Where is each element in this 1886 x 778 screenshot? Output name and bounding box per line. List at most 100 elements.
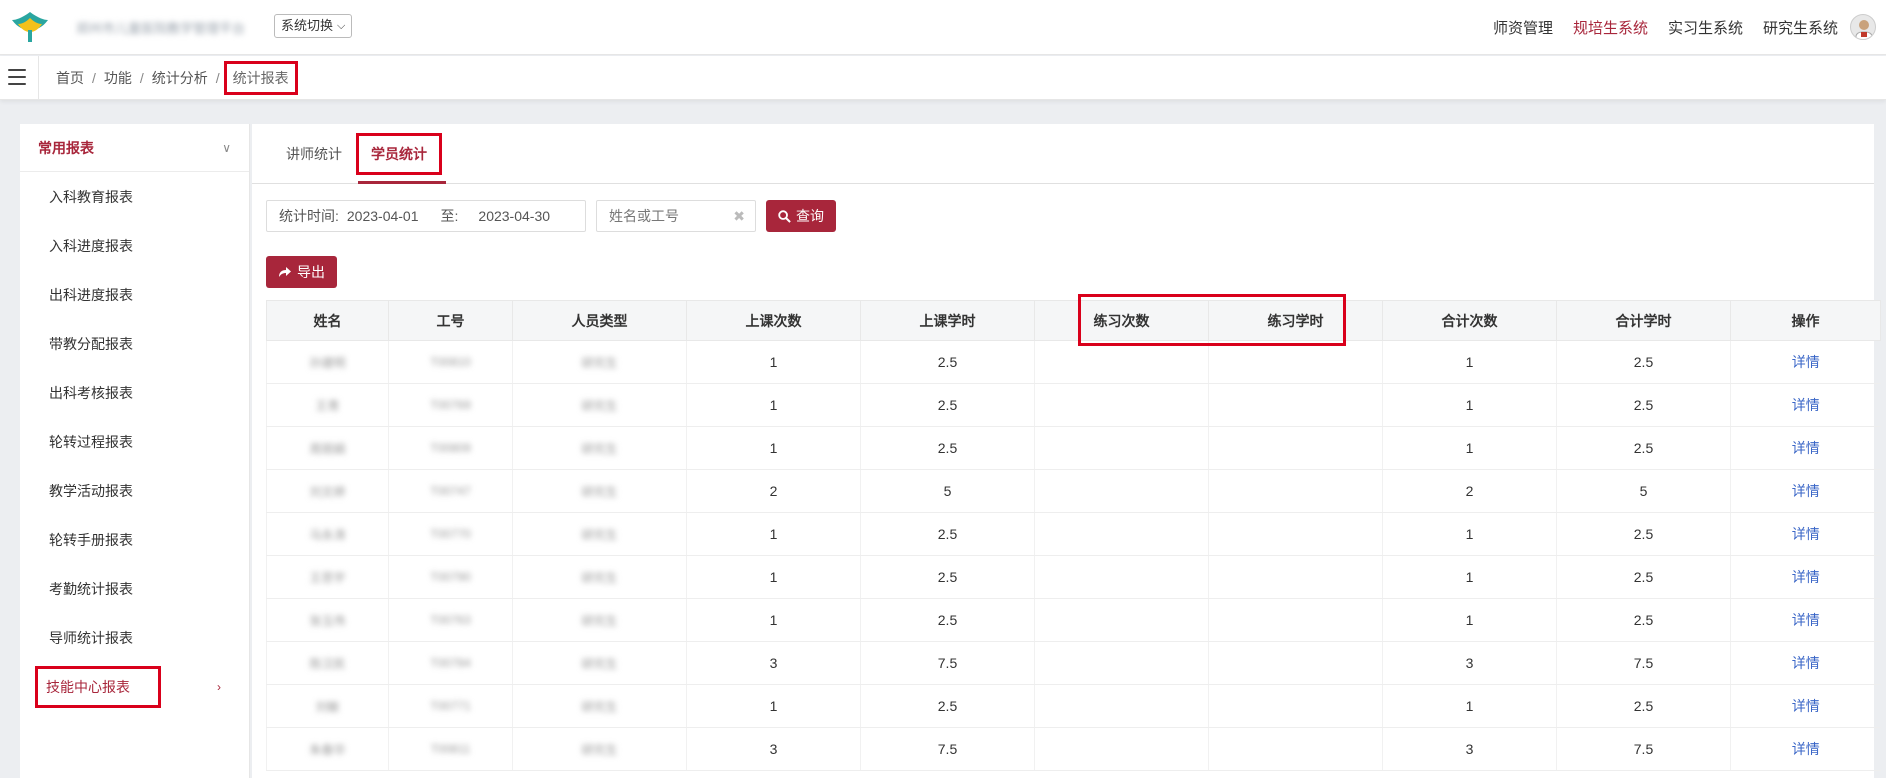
- export-button[interactable]: 导出: [266, 256, 337, 288]
- sidebar-item-label: 轮转手册报表: [49, 531, 133, 548]
- cell-class-count: 3: [686, 641, 861, 685]
- cell-practice-hours: [1208, 684, 1383, 728]
- tab-teacher-stats[interactable]: 讲师统计: [286, 124, 342, 184]
- tab-label: 讲师统计: [286, 146, 342, 162]
- table-row: 刘敏 T00771 研究生 1 2.5 1 2.5 详情: [266, 684, 1881, 728]
- sidebar-item[interactable]: 轮转手册报表: [20, 515, 249, 564]
- detail-link[interactable]: 详情: [1792, 440, 1820, 456]
- detail-link[interactable]: 详情: [1792, 698, 1820, 714]
- col-header-practice-count[interactable]: 练习次数: [1034, 300, 1209, 341]
- detail-link[interactable]: 详情: [1792, 655, 1820, 671]
- breadcrumb-stats[interactable]: 统计分析: [152, 68, 208, 88]
- cell-type: 研究生: [512, 641, 687, 685]
- cell-name: 马永涛: [266, 512, 389, 556]
- sidebar-item[interactable]: 导师统计报表: [20, 613, 249, 662]
- breadcrumb-current: 统计报表: [223, 61, 298, 95]
- breadcrumb-home[interactable]: 首页: [56, 68, 84, 88]
- sidebar-item[interactable]: 考勤统计报表: [20, 564, 249, 613]
- cell-name: 陈汉民: [266, 641, 389, 685]
- col-header-class-hours[interactable]: 上课学时: [860, 300, 1035, 341]
- user-avatar[interactable]: [1850, 14, 1876, 40]
- cell-class-hours: 2.5: [860, 512, 1035, 556]
- detail-link[interactable]: 详情: [1792, 569, 1820, 585]
- cell-class-count: 2: [686, 469, 861, 513]
- system-switch-select[interactable]: 系统切换 ⌵: [274, 14, 353, 38]
- export-label: 导出: [297, 264, 325, 280]
- col-header-total-count[interactable]: 合计次数: [1382, 300, 1557, 341]
- cell-id: T00769: [388, 383, 513, 427]
- cell-practice-hours: [1208, 727, 1383, 771]
- breadcrumb-bar: 首页 / 功能 / 统计分析 / 统计报表: [0, 56, 1886, 100]
- cell-class-count: 1: [686, 684, 861, 728]
- table-row: 孙建明 T00810 研究生 1 2.5 1 2.5 详情: [266, 340, 1881, 384]
- detail-link[interactable]: 详情: [1792, 612, 1820, 628]
- cell-type: 研究生: [512, 684, 687, 728]
- cell-action: 详情: [1730, 641, 1881, 685]
- cell-type: 研究生: [512, 340, 687, 384]
- detail-link[interactable]: 详情: [1792, 397, 1820, 413]
- cell-total-hours: 2.5: [1556, 383, 1731, 427]
- query-button[interactable]: 查询: [766, 200, 836, 232]
- date-to-label: 至:: [440, 208, 459, 224]
- sidebar-item[interactable]: 教学活动报表: [20, 466, 249, 515]
- sidebar-item[interactable]: 出科进度报表: [20, 270, 249, 319]
- cell-total-hours: 5: [1556, 469, 1731, 513]
- logo-icon: [12, 12, 48, 42]
- sidebar-group-common-reports[interactable]: 常用报表 ∨: [20, 124, 249, 172]
- cell-practice-count: [1034, 598, 1209, 642]
- sidebar-item[interactable]: 入科进度报表: [20, 221, 249, 270]
- date-range-field[interactable]: 统计时间: 2023-04-01 至: 2023-04-30: [266, 200, 586, 232]
- name-or-id-search[interactable]: ✖: [596, 200, 756, 232]
- sidebar-item-skill-center[interactable]: 技能中心报表 ›: [20, 662, 249, 711]
- system-switch-label: 系统切换: [281, 18, 334, 33]
- detail-link[interactable]: 详情: [1792, 526, 1820, 542]
- sidebar-item-label: 导师统计报表: [49, 629, 133, 646]
- table-row: 张玉伟 T00763 研究生 1 2.5 1 2.5 详情: [266, 598, 1881, 642]
- date-start-value[interactable]: 2023-04-01: [347, 208, 419, 224]
- nav-graduate[interactable]: 研究生系统: [1763, 17, 1838, 38]
- cell-type: 研究生: [512, 727, 687, 771]
- col-header-total-hours[interactable]: 合计学时: [1556, 300, 1731, 341]
- sidebar-item[interactable]: 带教分配报表: [20, 319, 249, 368]
- tab-student-stats[interactable]: 学员统计: [356, 124, 442, 184]
- sidebar-item-label: 技能中心报表: [35, 665, 161, 708]
- sidebar-item[interactable]: 出科考核报表: [20, 368, 249, 417]
- cell-total-hours: 2.5: [1556, 684, 1731, 728]
- cell-action: 详情: [1730, 727, 1881, 771]
- cell-practice-hours: [1208, 383, 1383, 427]
- col-header-type[interactable]: 人员类型: [512, 300, 687, 341]
- cell-practice-count: [1034, 469, 1209, 513]
- detail-link[interactable]: 详情: [1792, 354, 1820, 370]
- cell-total-hours: 7.5: [1556, 641, 1731, 685]
- cell-id: T00811: [388, 727, 513, 771]
- cell-id: T00771: [388, 684, 513, 728]
- top-header: 郑州市儿童医院教学管理平台 系统切换 ⌵ 师资管理 规培生系统 实习生系统 研究…: [0, 0, 1886, 55]
- breadcrumb-function[interactable]: 功能: [104, 68, 132, 88]
- col-header-id[interactable]: 工号: [388, 300, 513, 341]
- chevron-down-icon: ⌵: [337, 20, 346, 32]
- menu-toggle-icon[interactable]: [8, 69, 26, 85]
- nav-faculty[interactable]: 师资管理: [1493, 17, 1553, 38]
- cell-action: 详情: [1730, 512, 1881, 556]
- date-end-value[interactable]: 2023-04-30: [478, 208, 550, 224]
- cell-name: 刘文婷: [266, 469, 389, 513]
- cell-practice-count: [1034, 383, 1209, 427]
- col-header-class-count[interactable]: 上课次数: [686, 300, 861, 341]
- col-header-practice-hours[interactable]: 练习学时: [1208, 300, 1383, 341]
- search-input[interactable]: [597, 201, 755, 231]
- cell-total-hours: 2.5: [1556, 598, 1731, 642]
- sidebar-item[interactable]: 轮转过程报表: [20, 417, 249, 466]
- cell-total-count: 1: [1382, 684, 1557, 728]
- detail-link[interactable]: 详情: [1792, 483, 1820, 499]
- detail-link[interactable]: 详情: [1792, 741, 1820, 757]
- sidebar-item[interactable]: 入科教育报表: [20, 172, 249, 221]
- search-icon: [778, 209, 791, 223]
- col-header-name[interactable]: 姓名: [266, 300, 389, 341]
- clear-icon[interactable]: ✖: [733, 208, 745, 225]
- nav-intern[interactable]: 实习生系统: [1668, 17, 1743, 38]
- cell-name: 刘敏: [266, 684, 389, 728]
- cell-id: T00763: [388, 598, 513, 642]
- cell-type: 研究生: [512, 512, 687, 556]
- nav-resident[interactable]: 规培生系统: [1573, 17, 1648, 38]
- student-stats-table: 姓名 工号 人员类型 上课次数 上课学时 练习次数 练习学时 合计次数 合计学时…: [266, 300, 1881, 771]
